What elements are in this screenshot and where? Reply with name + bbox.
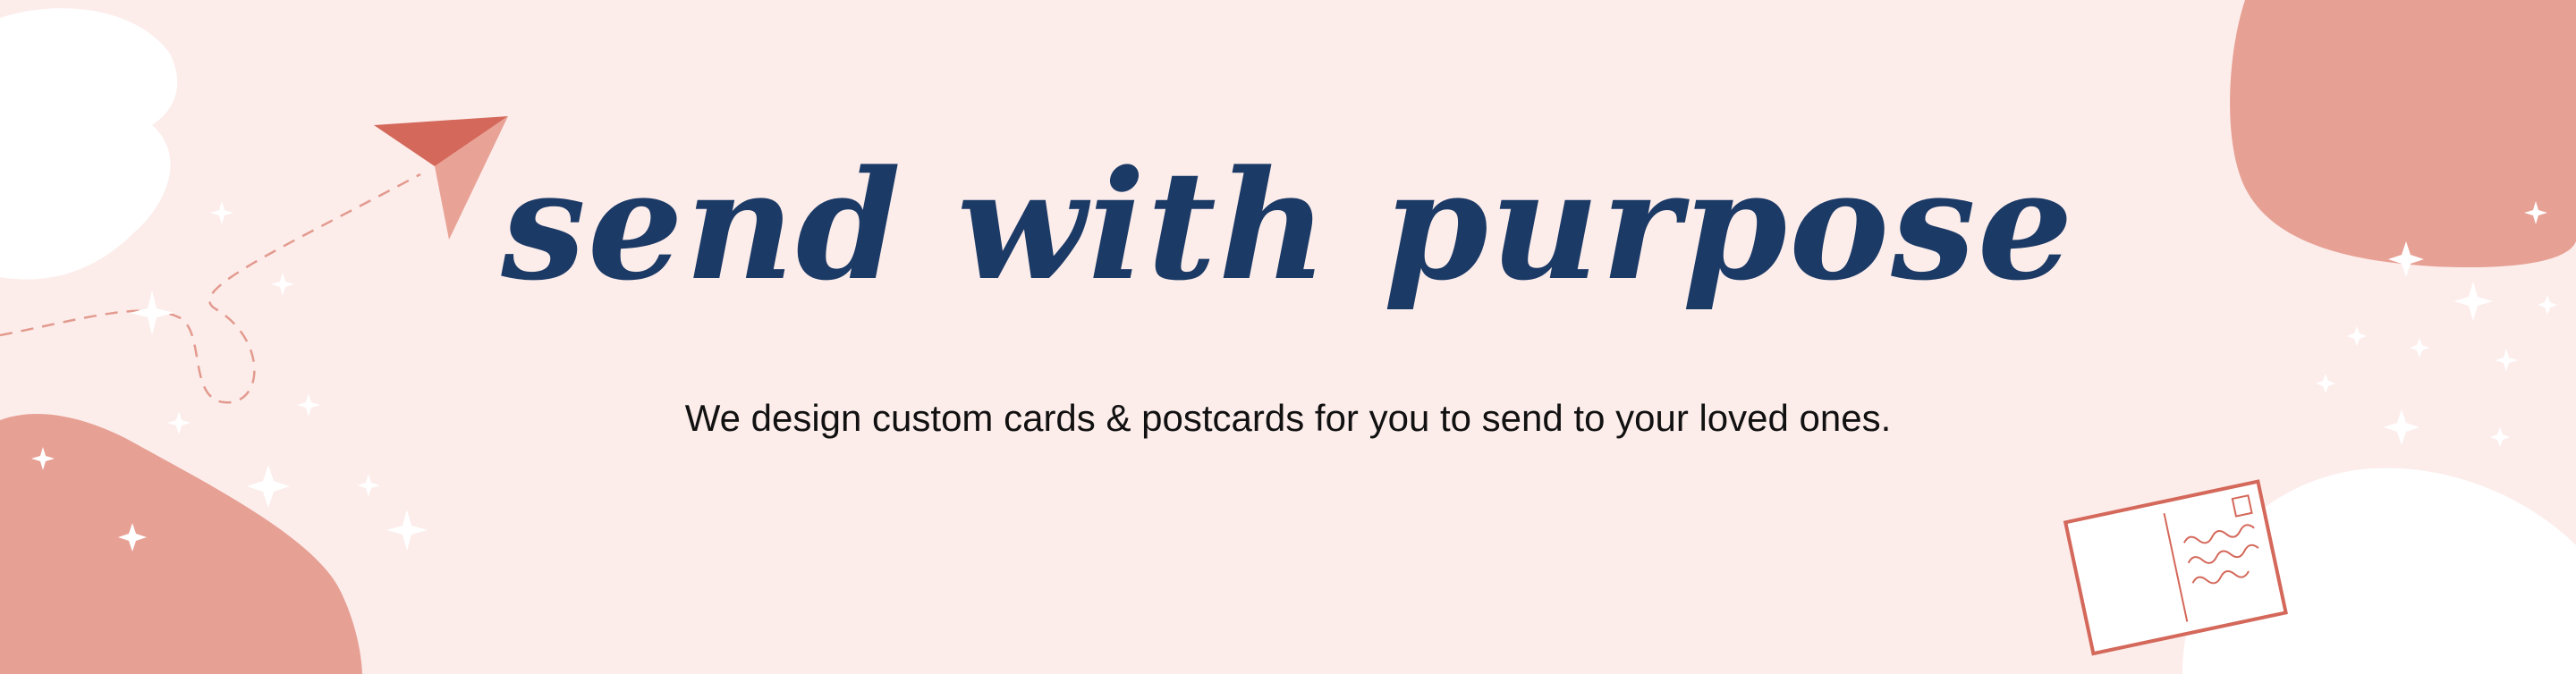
pink-blob-bottom-left [0, 413, 362, 674]
decorative-background [0, 0, 2576, 674]
headline: send with purpose [501, 137, 2075, 314]
hero-banner: send with purpose We design custom cards… [0, 0, 2576, 674]
tagline: We design custom cards & postcards for y… [684, 397, 1892, 439]
